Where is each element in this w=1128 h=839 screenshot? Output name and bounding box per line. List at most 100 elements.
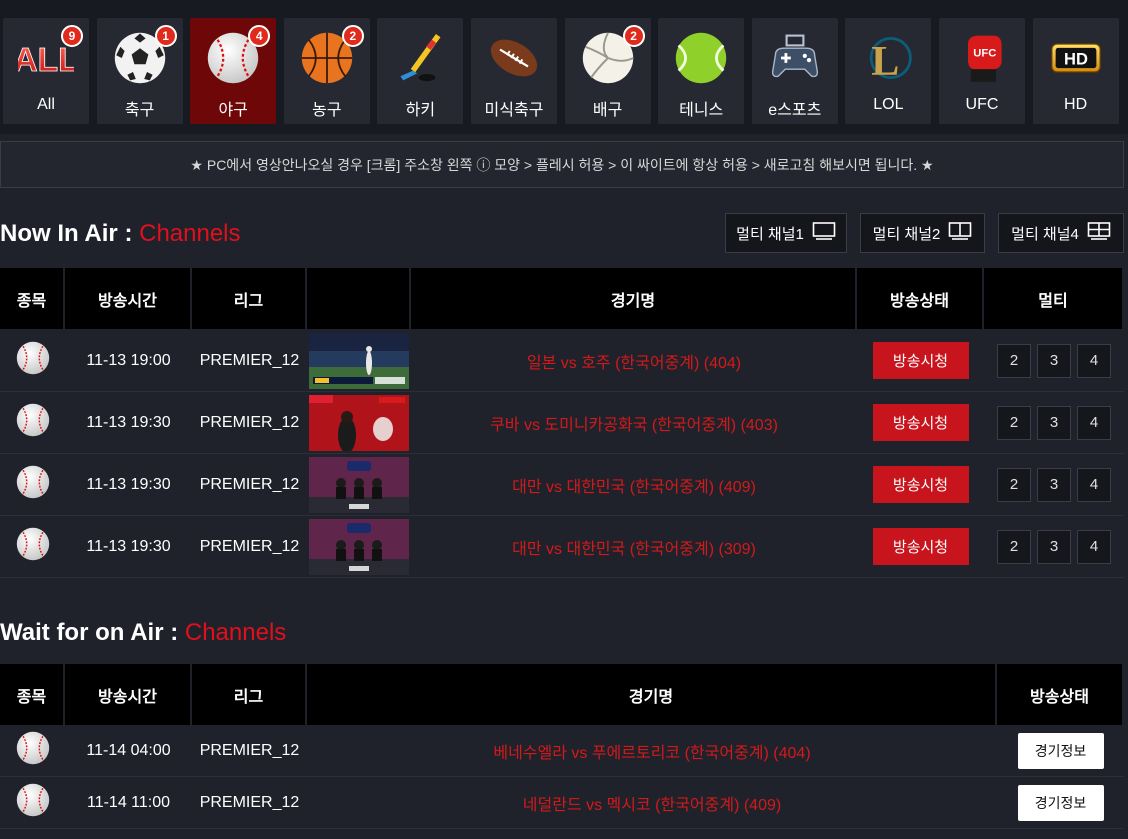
watch-broadcast-button[interactable]: 방송시청: [872, 342, 969, 379]
status-cell: 방송시청: [857, 516, 984, 577]
category-label: 축구: [124, 102, 155, 119]
header-game: 경기명: [307, 664, 997, 725]
status-cell: 경기정보: [997, 777, 1124, 828]
game-info-button[interactable]: 경기정보: [1017, 732, 1104, 769]
sport-cell: [0, 516, 65, 577]
league-cell: PREMIER_12: [192, 392, 307, 453]
category-lol-logo[interactable]: L LOL: [845, 18, 932, 124]
category-hd[interactable]: HD HD: [1032, 18, 1119, 124]
watch-broadcast-button[interactable]: 방송시청: [872, 528, 969, 565]
multi-view-4-button[interactable]: 4: [1077, 467, 1111, 502]
multi-cell: 234: [984, 454, 1124, 515]
quad-screen-icon: [1087, 221, 1111, 245]
multi-channel-2-button[interactable]: 멀티 채널2: [860, 213, 985, 253]
category-ufc-glove[interactable]: UFC UFC: [939, 18, 1025, 124]
thumbnail-cell[interactable]: [307, 392, 411, 453]
status-cell: 방송시청: [857, 454, 984, 515]
game-info-button[interactable]: 경기정보: [1017, 784, 1104, 821]
watch-broadcast-button[interactable]: 방송시청: [872, 466, 969, 503]
table-row: 11-13 19:00 PREMIER_12 일본 vs 호주 (한국어중계) (4…: [0, 330, 1124, 392]
stream-thumbnail[interactable]: [309, 456, 409, 513]
thumbnail-cell[interactable]: [307, 330, 411, 391]
multi-view-2-button[interactable]: 2: [997, 343, 1031, 378]
multi-channel-4-button[interactable]: 멀티 채널4: [998, 213, 1124, 253]
category-label: 야구: [218, 102, 248, 119]
time-cell: 11-14 04:00: [65, 725, 192, 776]
watch-broadcast-button[interactable]: 방송시청: [872, 404, 969, 441]
category-hockey-stick[interactable]: 하키: [377, 18, 464, 124]
svg-text:UFC: UFC: [973, 48, 996, 60]
header-time: 방송시간: [65, 268, 192, 329]
multi-view-4-button[interactable]: 4: [1077, 405, 1111, 440]
lol-logo-icon: L: [860, 30, 916, 86]
broadcast-time: 11-13 19:00: [86, 351, 171, 369]
status-cell: 경기정보: [997, 725, 1124, 776]
count-badge: 2: [622, 25, 645, 47]
multi-view-2-button[interactable]: 2: [997, 529, 1031, 564]
category-label: 미식축구: [484, 102, 544, 119]
sport-cell: [0, 777, 65, 828]
broadcast-time: 11-13 19:30: [86, 413, 171, 431]
svg-text:L: L: [872, 39, 900, 85]
category-american-football[interactable]: 미식축구: [471, 18, 557, 124]
multi-view-2-button[interactable]: 2: [997, 467, 1031, 502]
category-basketball[interactable]: 농구 2: [283, 18, 370, 124]
time-cell: 11-13 19:30: [65, 454, 192, 515]
status-cell: 방송시청: [857, 330, 984, 391]
category-gamepad[interactable]: e스포츠: [751, 18, 838, 124]
multi-view-2-button[interactable]: 2: [997, 405, 1031, 440]
table-row: 11-14 04:00 PREMIER_12 베네수엘라 vs 푸에르토리코 (한국…: [0, 725, 1124, 777]
header-thumbnail: [307, 268, 411, 329]
broadcast-time: 11-13 19:30: [86, 537, 171, 555]
game-cell[interactable]: 쿠바 vs 도미니카공화국 (한국어중계) (403): [411, 392, 857, 453]
league-name: PREMIER_12: [199, 413, 300, 431]
game-cell[interactable]: 대만 vs 대한민국 (한국어중계) (409): [411, 454, 857, 515]
now-in-air-table: 종목 방송시간 리그 경기명 방송상태 멀티 11-13 19:00 PREMIER_12 일본…: [0, 268, 1124, 578]
category-volleyball[interactable]: 배구 2: [564, 18, 651, 124]
notice-banner: ★ PC에서 영상안나오실 경우 [크롬] 주소창 왼쪽 ⓘ 모양 > 플레시 …: [0, 141, 1124, 188]
stream-thumbnail[interactable]: [309, 518, 409, 575]
thumbnail-cell[interactable]: [307, 516, 411, 577]
header-status: 방송상태: [997, 664, 1124, 725]
league-cell: PREMIER_12: [192, 330, 307, 391]
category-label: 하키: [405, 102, 436, 119]
multi-channel-4-label: 멀티 채널4: [1011, 225, 1079, 243]
stream-thumbnail[interactable]: [309, 332, 409, 389]
category-label: 농구: [312, 102, 342, 119]
category-label: HD: [1064, 96, 1088, 113]
category-baseball[interactable]: 야구 4: [190, 18, 277, 124]
multi-view-3-button[interactable]: 3: [1037, 529, 1071, 564]
category-all[interactable]: ALL All 9: [3, 18, 89, 124]
multi-view-3-button[interactable]: 3: [1037, 343, 1071, 378]
multi-cell: 234: [984, 330, 1124, 391]
wait-table-header: 종목 방송시간 리그 경기명 방송상태: [0, 664, 1124, 725]
sport-cell: [0, 454, 65, 515]
category-label: LOL: [873, 96, 904, 113]
category-tennis-ball[interactable]: 테니스: [658, 18, 745, 124]
multi-view-3-button[interactable]: 3: [1037, 405, 1071, 440]
baseball-icon: [15, 526, 51, 567]
game-cell[interactable]: 대만 vs 대한민국 (한국어중계) (309): [411, 516, 857, 577]
baseball-icon: [15, 464, 51, 505]
time-cell: 11-13 19:30: [65, 392, 192, 453]
category-label: All: [37, 96, 55, 113]
thumbnail-cell[interactable]: [307, 454, 411, 515]
stream-thumbnail[interactable]: [309, 394, 409, 451]
game-cell[interactable]: 베네수엘라 vs 푸에르토리코 (한국어중계) (404): [307, 725, 997, 776]
count-badge: 9: [61, 25, 83, 47]
multi-view-4-button[interactable]: 4: [1077, 343, 1111, 378]
multi-view-4-button[interactable]: 4: [1077, 529, 1111, 564]
game-cell[interactable]: 일본 vs 호주 (한국어중계) (404): [411, 330, 857, 391]
multi-channel-1-button[interactable]: 멀티 채널1: [725, 213, 847, 253]
league-name: PREMIER_12: [199, 741, 300, 759]
league-name: PREMIER_12: [199, 475, 300, 493]
category-soccer-ball[interactable]: 축구 1: [96, 18, 183, 124]
league-name: PREMIER_12: [199, 793, 300, 811]
game-title-link: 쿠바 vs 도미니카공화국 (한국어중계) (403): [490, 416, 778, 434]
league-cell: PREMIER_12: [192, 516, 307, 577]
multi-view-3-button[interactable]: 3: [1037, 467, 1071, 502]
wait-for-on-air-title: Wait for on Air : Channels: [0, 619, 286, 647]
sport-cell: [0, 330, 65, 391]
game-cell[interactable]: 네덜란드 vs 멕시코 (한국어중계) (409): [307, 777, 997, 828]
sport-cell: [0, 725, 65, 776]
